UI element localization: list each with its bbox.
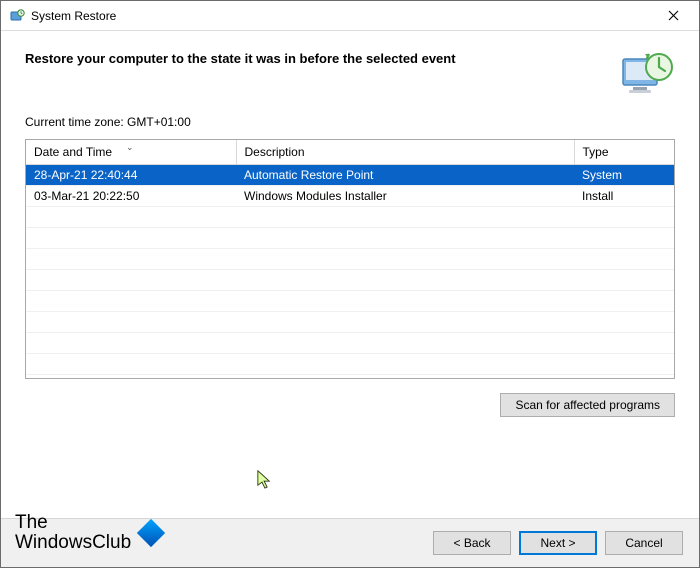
cell-type: System	[574, 165, 674, 186]
watermark-line1: The	[15, 513, 131, 533]
next-button[interactable]: Next >	[519, 531, 597, 555]
col-type[interactable]: Type	[574, 140, 674, 165]
table-row-empty	[26, 354, 674, 375]
col-date-label: Date and Time	[34, 145, 112, 159]
table-row[interactable]: 28-Apr-21 22:40:44 Automatic Restore Poi…	[26, 165, 674, 186]
table-row-empty	[26, 228, 674, 249]
scan-affected-button[interactable]: Scan for affected programs	[500, 393, 675, 417]
app-icon	[9, 8, 25, 24]
cancel-button[interactable]: Cancel	[605, 531, 683, 555]
table-row-empty	[26, 291, 674, 312]
sort-descending-icon: ⌄	[126, 142, 134, 153]
cell-type: Install	[574, 186, 674, 207]
restore-points-table[interactable]: Date and Time ⌄ Description Type 28-Apr-…	[25, 139, 675, 379]
cell-desc: Windows Modules Installer	[236, 186, 574, 207]
col-description[interactable]: Description	[236, 140, 574, 165]
close-button[interactable]	[651, 2, 695, 30]
table-row-empty	[26, 270, 674, 291]
watermark: The WindowsClub	[15, 513, 165, 553]
table-row-empty	[26, 207, 674, 228]
content-area: Current time zone: GMT+01:00 Date and Ti…	[1, 111, 699, 518]
restore-icon	[619, 47, 675, 103]
header-area: Restore your computer to the state it wa…	[1, 31, 699, 111]
titlebar: System Restore	[1, 1, 699, 31]
cell-date: 28-Apr-21 22:40:44	[26, 165, 236, 186]
window-title: System Restore	[31, 9, 651, 23]
cell-desc: Automatic Restore Point	[236, 165, 574, 186]
table-body: 28-Apr-21 22:40:44 Automatic Restore Poi…	[26, 165, 674, 375]
system-restore-window: System Restore Restore your computer to …	[0, 0, 700, 568]
table-row-empty	[26, 333, 674, 354]
back-button[interactable]: < Back	[433, 531, 511, 555]
col-date[interactable]: Date and Time ⌄	[26, 140, 236, 165]
page-heading: Restore your computer to the state it wa…	[25, 47, 601, 66]
table-row-empty	[26, 249, 674, 270]
timezone-label: Current time zone: GMT+01:00	[25, 115, 675, 129]
cell-date: 03-Mar-21 20:22:50	[26, 186, 236, 207]
table-row[interactable]: 03-Mar-21 20:22:50 Windows Modules Insta…	[26, 186, 674, 207]
table-row-empty	[26, 312, 674, 333]
table-header-row[interactable]: Date and Time ⌄ Description Type	[26, 140, 674, 165]
scan-row: Scan for affected programs	[25, 393, 675, 417]
watermark-line2: WindowsClub	[15, 533, 131, 553]
watermark-logo-icon	[137, 519, 165, 547]
